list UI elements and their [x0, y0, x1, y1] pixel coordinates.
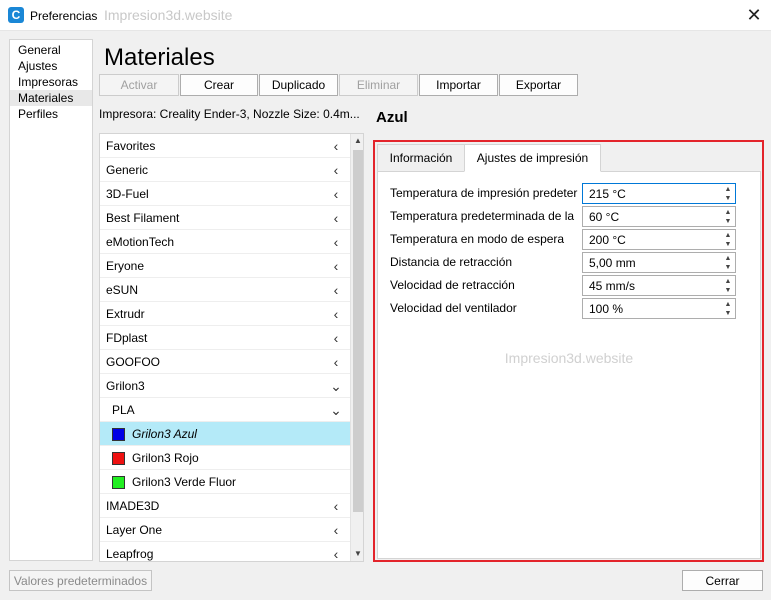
material-row-grilon3-verde-fluor[interactable]: Grilon3 Verde Fluor — [100, 470, 350, 494]
brand-label: Leapfrog — [106, 547, 154, 561]
chevron-left-icon: ‹ — [333, 138, 339, 154]
brand-label: Layer One — [106, 523, 163, 537]
window-title: Preferencias — [30, 9, 98, 23]
chevron-left-icon: ‹ — [333, 282, 339, 298]
preferences-sidebar: General Ajustes Impresoras Materiales Pe… — [9, 39, 93, 561]
brand-label: Favorites — [106, 139, 156, 153]
scrollbar-thumb[interactable] — [353, 150, 363, 512]
sidebar-item-general[interactable]: General — [10, 42, 92, 58]
materials-list: Favorites ‹ Generic ‹ 3D-Fuel ‹ Best Filame… — [99, 133, 364, 562]
brand-row-favorites[interactable]: Favorites ‹ — [100, 134, 350, 158]
page-title: Materiales — [104, 44, 215, 71]
chevron-left-icon: ‹ — [333, 234, 339, 250]
chevron-left-icon: ‹ — [333, 306, 339, 322]
material-label: Grilon3 Rojo — [132, 451, 199, 465]
create-button[interactable]: Crear — [180, 74, 258, 96]
highlight-annotation-box — [373, 140, 764, 562]
title-watermark: Impresion3d.website — [104, 7, 233, 23]
brand-row-layer-one[interactable]: Layer One ‹ — [100, 518, 350, 542]
printer-info: Impresora: Creality Ender-3, Nozzle Size… — [99, 107, 360, 121]
brand-label: 3D-Fuel — [106, 187, 149, 201]
brand-label: IMADE3D — [106, 499, 160, 513]
close-icon[interactable]: ✕ — [744, 4, 764, 26]
sidebar-item-ajustes[interactable]: Ajustes — [10, 58, 92, 74]
material-type-row-pla[interactable]: PLA ⌄ — [100, 398, 350, 422]
title-bar: C Preferencias Impresion3d.website ✕ — [0, 0, 771, 31]
material-label: Grilon3 Verde Fluor — [132, 475, 237, 489]
chevron-left-icon: ‹ — [333, 354, 339, 370]
brand-row-goofoo[interactable]: GOOFOO ‹ — [100, 350, 350, 374]
brand-label: GOOFOO — [106, 355, 160, 369]
brand-row-grilon3[interactable]: Grilon3 ⌄ — [100, 374, 350, 398]
remove-button[interactable]: Eliminar — [339, 74, 418, 96]
sidebar-item-impresoras[interactable]: Impresoras — [10, 74, 92, 90]
chevron-left-icon: ‹ — [333, 162, 339, 178]
brand-label: Generic — [106, 163, 149, 177]
brand-label: Eryone — [106, 259, 145, 273]
cura-logo-icon: C — [8, 7, 24, 23]
brand-row-esun[interactable]: eSUN ‹ — [100, 278, 350, 302]
chevron-left-icon: ‹ — [333, 330, 339, 346]
brand-label: eMotionTech — [106, 235, 175, 249]
chevron-left-icon: ‹ — [333, 546, 339, 562]
materials-scrollbar[interactable]: ▲ ▼ — [350, 134, 363, 561]
defaults-button[interactable]: Valores predeterminados — [9, 570, 152, 591]
brand-row-extrudr[interactable]: Extrudr ‹ — [100, 302, 350, 326]
chevron-left-icon: ‹ — [333, 186, 339, 202]
color-swatch — [112, 428, 125, 441]
material-row-grilon3-azul[interactable]: Grilon3 Azul — [100, 422, 350, 446]
brand-row-fdplast[interactable]: FDplast ‹ — [100, 326, 350, 350]
brand-row-leapfrog[interactable]: Leapfrog ‹ — [100, 542, 350, 562]
brand-label: eSUN — [106, 283, 139, 297]
scroll-down-icon[interactable]: ▼ — [351, 547, 363, 561]
material-label: Grilon3 Azul — [132, 427, 197, 441]
activate-button[interactable]: Activar — [99, 74, 179, 96]
brand-label: Grilon3 — [106, 379, 145, 393]
close-button[interactable]: Cerrar — [682, 570, 763, 591]
sidebar-item-perfiles[interactable]: Perfiles — [10, 106, 92, 122]
brand-row-generic[interactable]: Generic ‹ — [100, 158, 350, 182]
sidebar-item-materiales[interactable]: Materiales — [10, 90, 92, 106]
brand-row-best-filament[interactable]: Best Filament ‹ — [100, 206, 350, 230]
brand-label: Best Filament — [106, 211, 180, 225]
brand-label: Extrudr — [106, 307, 145, 321]
chevron-left-icon: ‹ — [333, 258, 339, 274]
brand-label: FDplast — [106, 331, 148, 345]
material-name: Azul — [376, 109, 408, 126]
import-button[interactable]: Importar — [419, 74, 498, 96]
duplicate-button[interactable]: Duplicado — [259, 74, 338, 96]
chevron-down-icon: ⌄ — [330, 378, 342, 394]
brand-row-3d-fuel[interactable]: 3D-Fuel ‹ — [100, 182, 350, 206]
chevron-left-icon: ‹ — [333, 210, 339, 226]
chevron-left-icon: ‹ — [333, 498, 339, 514]
material-type-label: PLA — [112, 403, 135, 417]
scroll-up-icon[interactable]: ▲ — [351, 134, 363, 148]
brand-row-imade3d[interactable]: IMADE3D ‹ — [100, 494, 350, 518]
chevron-down-icon: ⌄ — [330, 402, 342, 418]
color-swatch — [112, 452, 125, 465]
color-swatch — [112, 476, 125, 489]
brand-row-eryone[interactable]: Eryone ‹ — [100, 254, 350, 278]
chevron-left-icon: ‹ — [333, 522, 339, 538]
brand-row-emotiontech[interactable]: eMotionTech ‹ — [100, 230, 350, 254]
material-row-grilon3-rojo[interactable]: Grilon3 Rojo — [100, 446, 350, 470]
export-button[interactable]: Exportar — [499, 74, 578, 96]
